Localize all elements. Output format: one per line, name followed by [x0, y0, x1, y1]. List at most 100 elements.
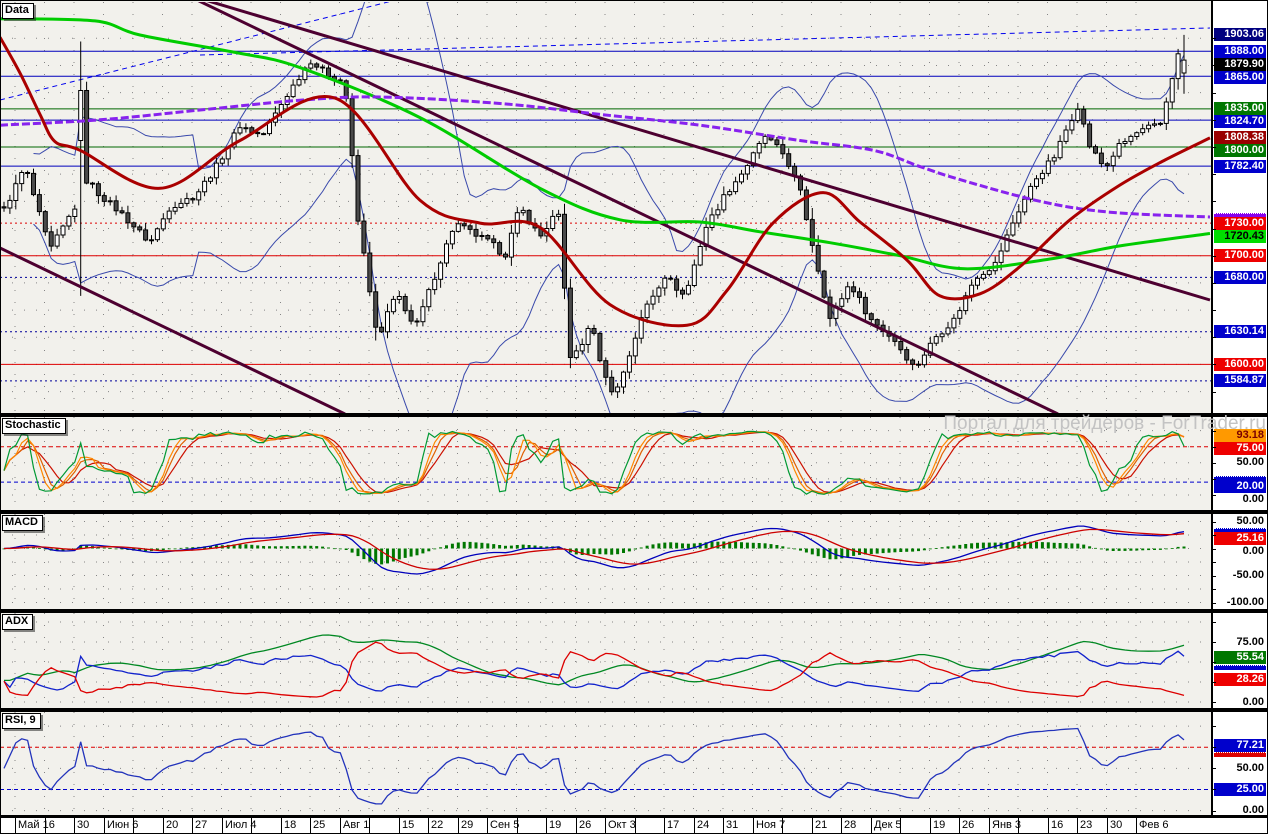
scale-tick — [1211, 447, 1216, 448]
time-axis-label: 30 — [1110, 819, 1122, 831]
time-axis-label: 26 — [962, 819, 974, 831]
scale-tick — [1211, 603, 1216, 604]
scale-tick — [1211, 642, 1216, 643]
time-axis-tick — [812, 818, 813, 834]
time-axis-label: Сен 5 — [490, 819, 519, 831]
time-axis-tick — [576, 818, 577, 834]
time-axis-label: 18 — [284, 819, 296, 831]
panel-divider — [0, 413, 1268, 417]
price-scale-label: 1782.40 — [1214, 160, 1266, 173]
scale-tick — [1211, 93, 1216, 94]
scale-tick — [1211, 562, 1216, 563]
time-axis-tick — [605, 818, 606, 834]
time-axis-tick — [192, 818, 193, 834]
time-axis-label: 29 — [461, 819, 473, 831]
time-axis-label: 16 — [1051, 819, 1063, 831]
panel-button-data[interactable]: Data — [2, 3, 34, 19]
time-axis-label: 27 — [195, 819, 207, 831]
time-axis-label: 22 — [431, 819, 443, 831]
trading-chart-window: Data Stochastic MACD ADX RSI, 9 Портал д… — [0, 0, 1268, 834]
chart-canvas[interactable] — [0, 0, 1211, 818]
grid — [0, 2, 1211, 815]
time-axis-tick — [399, 818, 400, 834]
time-axis[interactable]: Май 1630Июн 62027Июл 41825Авг 1152229Сен… — [0, 818, 1268, 834]
time-axis-label: Май 16 — [18, 819, 55, 831]
scale-tick — [1211, 364, 1216, 365]
scale-tick — [1211, 229, 1216, 230]
panel-divider — [0, 708, 1268, 712]
ma-darkred — [0, 37, 1210, 326]
price-scale-label: 1700.00 — [1214, 249, 1266, 262]
time-axis-label: 21 — [815, 819, 827, 831]
scale-tick — [1211, 38, 1216, 39]
time-axis-tick — [930, 818, 931, 834]
price-scale-label: 1888.00 — [1214, 45, 1266, 58]
price-scale-label: 1720.43 — [1214, 230, 1266, 243]
time-axis-label: 28 — [844, 819, 856, 831]
candlesticks — [2, 35, 1186, 398]
time-axis-tick — [723, 818, 724, 834]
time-axis-tick — [694, 818, 695, 834]
time-axis-label: Июл 4 — [225, 819, 257, 831]
scale-tick — [1211, 65, 1216, 66]
macd-scale-label: -100.00 — [1214, 596, 1266, 609]
scale-tick — [1211, 283, 1216, 284]
time-axis-label: 26 — [579, 819, 591, 831]
price-scale-label: 1824.70 — [1214, 115, 1266, 128]
time-axis-tick — [753, 818, 754, 834]
panel-button-rsi[interactable]: RSI, 9 — [2, 713, 41, 729]
time-axis-tick — [104, 818, 105, 834]
adx-scale-label: 75.00 — [1214, 636, 1266, 649]
scale-tick — [1211, 174, 1216, 175]
time-axis-tick — [1136, 818, 1137, 834]
time-axis-tick — [1077, 818, 1078, 834]
time-axis-label: Фев 6 — [1139, 819, 1169, 831]
stochastic-scale-label: 93.18 — [1214, 429, 1266, 442]
scale-tick — [1211, 337, 1216, 338]
price-scale-label: 1879.90 — [1214, 58, 1266, 71]
rsi-scale-label-marker — [1214, 752, 1266, 757]
time-axis-tick — [428, 818, 429, 834]
time-axis-tick — [163, 818, 164, 834]
panel-button-adx[interactable]: ADX — [2, 614, 33, 630]
macd-scale-label: 25.16 — [1214, 532, 1266, 545]
time-axis-label: Ноя 7 — [756, 819, 785, 831]
scale-tick — [1211, 622, 1216, 623]
panel-button-macd[interactable]: MACD — [2, 515, 43, 531]
stochastic-scale-label: 20.00 — [1214, 480, 1266, 493]
scale-tick — [1211, 310, 1216, 311]
price-scale-label: 1903.06 — [1214, 28, 1266, 41]
scale-tick — [1211, 682, 1216, 683]
time-axis-label: Дек 5 — [874, 819, 902, 831]
time-axis-tick — [664, 818, 665, 834]
scale-tick — [1211, 726, 1216, 727]
scale-tick — [1211, 747, 1216, 748]
time-axis-label: 19 — [933, 819, 945, 831]
panel-button-stochastic[interactable]: Stochastic — [2, 418, 66, 434]
scale-tick — [1211, 522, 1216, 523]
scale-tick — [1211, 495, 1216, 496]
time-axis-tick — [281, 818, 282, 834]
price-scale-label: 1800.00 — [1214, 144, 1266, 157]
scale-tick — [1211, 662, 1216, 663]
panel-divider — [0, 609, 1268, 613]
time-axis-label: 20 — [166, 819, 178, 831]
price-scale-label: 1680.00 — [1214, 271, 1266, 284]
time-axis-label: 15 — [402, 819, 414, 831]
time-axis-label: Окт 3 — [608, 819, 636, 831]
macd-scale-label: 50.00 — [1214, 515, 1266, 528]
left-edge — [0, 0, 1, 834]
scale-tick — [1211, 589, 1216, 590]
price-panel — [0, 0, 1211, 448]
price-scale-label: 1835.00 — [1214, 102, 1266, 115]
price-scale-label: 1600.00 — [1214, 358, 1266, 371]
scale-tick — [1211, 431, 1216, 432]
stochastic-panel — [0, 431, 1211, 494]
price-scale-label: 1730.00 — [1214, 217, 1266, 230]
time-axis-label: 23 — [1080, 819, 1092, 831]
time-axis-tick — [959, 818, 960, 834]
panel-divider — [0, 815, 1268, 818]
rsi-panel — [0, 729, 1211, 804]
scale-tick — [1211, 256, 1216, 257]
time-axis-label: 30 — [77, 819, 89, 831]
